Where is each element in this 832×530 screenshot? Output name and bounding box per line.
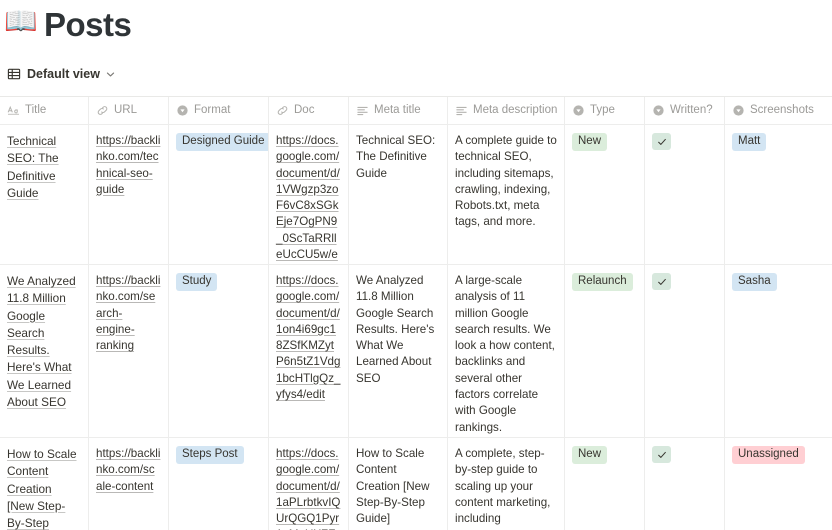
- page-header: 📖 Posts: [0, 0, 832, 46]
- cell-written[interactable]: [645, 125, 725, 264]
- screenshots-tag[interactable]: Unassigned: [732, 446, 805, 464]
- cell-meta-title[interactable]: Technical SEO: The Definitive Guide: [349, 125, 448, 264]
- column-header-screenshots[interactable]: Screenshots: [725, 97, 832, 124]
- column-header-label: Screenshots: [750, 104, 814, 117]
- cell-format[interactable]: Designed Guide: [169, 125, 269, 264]
- select-icon: [732, 104, 745, 117]
- cell-format[interactable]: Steps Post: [169, 438, 269, 530]
- doc-link[interactable]: https://docs.google.com/document/d/1on4i…: [276, 274, 340, 401]
- column-header-label: Doc: [294, 104, 315, 117]
- column-header-label: Meta description: [473, 104, 558, 117]
- table-grid-icon: [7, 67, 21, 81]
- cell-type[interactable]: Relaunch: [565, 265, 645, 437]
- cell-meta-description[interactable]: A large-scale analysis of 11 million Goo…: [448, 265, 565, 437]
- row-title-link[interactable]: How to Scale Content Creation [New Step-…: [7, 447, 77, 530]
- cell-written[interactable]: [645, 265, 725, 437]
- cell-meta-description[interactable]: A complete guide to technical SEO, inclu…: [448, 125, 565, 264]
- chevron-down-icon: [106, 70, 115, 79]
- table-row[interactable]: Technical SEO: The Definitive Guide http…: [0, 125, 832, 265]
- format-tag[interactable]: Study: [176, 273, 218, 291]
- column-header-label: Meta title: [374, 104, 421, 117]
- cell-screenshots[interactable]: Matt: [725, 125, 832, 264]
- type-tag[interactable]: New: [572, 446, 608, 464]
- checkbox-checked[interactable]: [652, 273, 671, 290]
- cell-title[interactable]: We Analyzed 11.8 Million Google Search R…: [0, 265, 89, 437]
- select-icon: [176, 104, 189, 117]
- type-tag[interactable]: Relaunch: [572, 273, 633, 291]
- text-lines-icon: [455, 104, 468, 117]
- view-tab-label: Default view: [27, 67, 100, 81]
- column-header-type[interactable]: Type: [565, 97, 645, 124]
- cell-doc[interactable]: https://docs.google.com/document/d/1on4i…: [269, 265, 349, 437]
- column-header-label: Type: [590, 104, 615, 117]
- cell-type[interactable]: New: [565, 125, 645, 264]
- column-header-written[interactable]: Written?: [645, 97, 725, 124]
- column-header-format[interactable]: Format: [169, 97, 269, 124]
- row-title-link[interactable]: Technical SEO: The Definitive Guide: [7, 134, 59, 200]
- cell-type[interactable]: New: [565, 438, 645, 530]
- screenshots-tag[interactable]: Matt: [732, 133, 767, 151]
- cell-url[interactable]: https://backlinko.com/search-engine-rank…: [89, 265, 169, 437]
- cell-screenshots[interactable]: Sasha: [725, 265, 832, 437]
- column-header-url[interactable]: URL: [89, 97, 169, 124]
- cell-meta-title[interactable]: How to Scale Content Creation [New Step-…: [349, 438, 448, 530]
- url-link[interactable]: https://backlinko.com/technical-seo-guid…: [96, 134, 160, 196]
- format-tag[interactable]: Steps Post: [176, 446, 244, 464]
- cell-url[interactable]: https://backlinko.com/scale-content: [89, 438, 169, 530]
- select-icon: [652, 104, 665, 117]
- view-bar: Default view: [0, 58, 832, 90]
- cell-url[interactable]: https://backlinko.com/technical-seo-guid…: [89, 125, 169, 264]
- url-link[interactable]: https://backlinko.com/search-engine-rank…: [96, 274, 160, 352]
- url-link[interactable]: https://backlinko.com/scale-content: [96, 447, 160, 493]
- cell-written[interactable]: [645, 438, 725, 530]
- column-header-title[interactable]: Title: [0, 97, 89, 124]
- cell-screenshots[interactable]: Unassigned: [725, 438, 832, 530]
- table-header-row: Title URL Format Doc Meta title Meta des…: [0, 97, 832, 125]
- checkbox-checked[interactable]: [652, 446, 671, 463]
- doc-link[interactable]: https://docs.google.com/document/d/1aPLr…: [276, 447, 340, 530]
- select-icon: [572, 104, 585, 117]
- link-icon: [276, 104, 289, 117]
- checkbox-checked[interactable]: [652, 133, 671, 150]
- type-tag[interactable]: New: [572, 133, 608, 151]
- table-row[interactable]: We Analyzed 11.8 Million Google Search R…: [0, 265, 832, 438]
- title-text-icon: [7, 104, 20, 117]
- cell-doc[interactable]: https://docs.google.com/document/d/1aPLr…: [269, 438, 349, 530]
- open-book-emoji: 📖: [4, 6, 38, 36]
- column-header-label: URL: [114, 104, 138, 117]
- cell-format[interactable]: Study: [169, 265, 269, 437]
- posts-table: Title URL Format Doc Meta title Meta des…: [0, 96, 832, 530]
- row-title-link[interactable]: We Analyzed 11.8 Million Google Search R…: [7, 274, 76, 409]
- cell-meta-title[interactable]: We Analyzed 11.8 Million Google Search R…: [349, 265, 448, 437]
- column-header-label: Title: [25, 104, 47, 117]
- text-lines-icon: [356, 104, 369, 117]
- column-header-doc[interactable]: Doc: [269, 97, 349, 124]
- page-title: Posts: [44, 5, 132, 43]
- view-tab-default-view[interactable]: Default view: [5, 65, 117, 83]
- cell-meta-description[interactable]: A complete, step-by-step guide to scalin…: [448, 438, 565, 530]
- column-header-meta-description[interactable]: Meta description: [448, 97, 565, 124]
- link-icon: [96, 104, 109, 117]
- cell-doc[interactable]: https://docs.google.com/document/d/1VWgz…: [269, 125, 349, 264]
- cell-title[interactable]: Technical SEO: The Definitive Guide: [0, 125, 89, 264]
- cell-title[interactable]: How to Scale Content Creation [New Step-…: [0, 438, 89, 530]
- column-header-label: Written?: [670, 104, 713, 117]
- posts-database-page: 📖 Posts Default view Title URL Format Do…: [0, 0, 832, 530]
- format-tag[interactable]: Designed Guide: [176, 133, 268, 151]
- screenshots-tag[interactable]: Sasha: [732, 273, 777, 291]
- doc-link[interactable]: https://docs.google.com/document/d/1VWgz…: [276, 134, 340, 264]
- column-header-label: Format: [194, 104, 231, 117]
- table-row[interactable]: How to Scale Content Creation [New Step-…: [0, 438, 832, 530]
- column-header-meta-title[interactable]: Meta title: [349, 97, 448, 124]
